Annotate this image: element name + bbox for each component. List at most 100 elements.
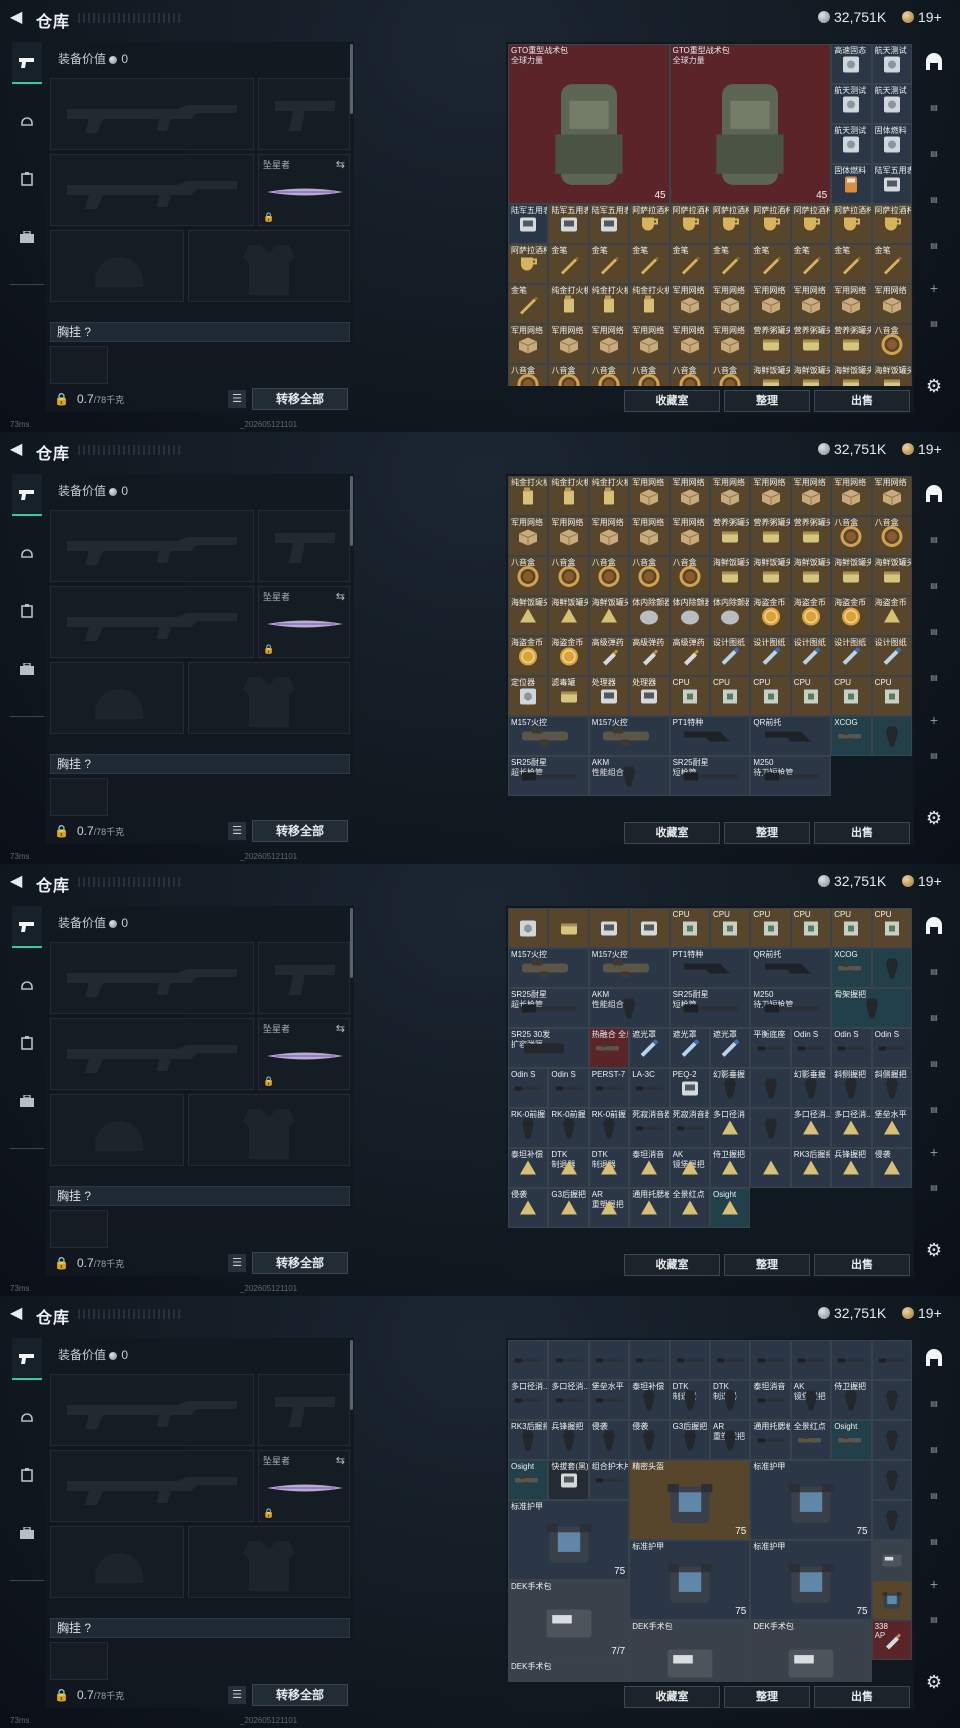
sell-button[interactable]: 出售 [814, 390, 910, 412]
chest-rig-slot[interactable] [50, 778, 108, 816]
stash-item[interactable]: 定位器 [508, 676, 549, 716]
stash-item[interactable]: PT1特种 [669, 948, 751, 988]
stash-item[interactable]: 金笔 [750, 244, 791, 284]
rail-tab-2[interactable]: ▤ [920, 952, 948, 992]
stash-item[interactable]: CPU [831, 676, 872, 716]
stash-item[interactable]: 军用网络 [629, 324, 670, 364]
stash-item[interactable]: 陆军五用表 [548, 204, 589, 244]
swap-icon[interactable]: ⇆ [336, 1454, 345, 1467]
pistol-tab-icon[interactable] [12, 474, 42, 516]
stash-item[interactable]: 设计图纸 [750, 636, 791, 676]
gold-currency[interactable]: 19+ [902, 9, 942, 25]
stash-item[interactable]: 航天测试 [831, 124, 872, 164]
stash-item[interactable]: 海盗金币 [508, 636, 549, 676]
stash-item[interactable] [669, 1340, 710, 1380]
stash-item[interactable]: AK镜堡握把 [669, 1148, 710, 1188]
stash-item[interactable]: 军用网络 [508, 516, 549, 556]
helmet-slot[interactable] [50, 1526, 184, 1598]
stash-item[interactable] [871, 1460, 912, 1500]
clipboard-tab-icon[interactable] [12, 158, 42, 200]
briefcase-tab-icon[interactable] [12, 1080, 42, 1122]
equipment-scrollbar[interactable] [350, 1340, 353, 1410]
stash-item[interactable]: 遮光罩 [629, 1028, 670, 1068]
chest-rig-slot[interactable] [50, 1642, 108, 1680]
collection-button[interactable]: 收藏室 [624, 822, 720, 844]
stash-item[interactable]: 金笔 [710, 244, 751, 284]
stash-item[interactable]: 多口径消... [790, 1108, 832, 1148]
stash-item[interactable]: 营养粥罐头 [831, 324, 872, 364]
helmet-slot[interactable] [50, 662, 184, 734]
stash-item[interactable]: 标准护甲 75 [750, 1460, 872, 1540]
primary-weapon-slot[interactable] [50, 510, 254, 582]
stash-item[interactable]: 侍卫握把 [710, 1148, 751, 1188]
stash-item[interactable]: 金笔 [871, 244, 912, 284]
rail-tab-6[interactable]: ▤ [920, 304, 948, 344]
pistol-tab-icon[interactable] [12, 906, 42, 948]
helmet-tab-icon[interactable] [12, 964, 42, 1006]
stash-item[interactable]: 堡垒水平 [588, 1380, 630, 1420]
stash-item[interactable]: CPU [750, 908, 791, 948]
stash-item[interactable]: RK-0前握 [548, 1108, 589, 1148]
stash-item[interactable]: XCOG [831, 716, 872, 756]
add-tab-icon[interactable]: + [920, 1132, 948, 1172]
equipment-scrollbar[interactable] [350, 908, 353, 978]
stash-item[interactable] [548, 908, 589, 948]
stash-item[interactable]: QR前托 [750, 948, 832, 988]
helmet-tab-icon[interactable] [12, 1396, 42, 1438]
stash-item[interactable]: 堡垒水平 [871, 1108, 912, 1148]
stash-item[interactable]: 军用网络 [790, 476, 832, 516]
gold-currency[interactable]: 19+ [902, 873, 942, 889]
stash-item[interactable]: 八音盒 [710, 364, 751, 386]
armor-slot[interactable] [188, 1094, 350, 1166]
stash-item[interactable]: 处理器 [629, 676, 670, 716]
rail-tab-5[interactable]: ▤ [920, 658, 948, 698]
add-tab-icon[interactable]: + [920, 700, 948, 740]
stash-item[interactable]: 兵锋握把 [831, 1148, 872, 1188]
stash-item[interactable]: 陆军五用表 [588, 204, 630, 244]
stash-item[interactable]: 通用托腮板 [629, 1188, 670, 1228]
armor-slot[interactable] [188, 230, 350, 302]
stash-item[interactable]: 标准护甲 75 [629, 1540, 751, 1620]
stash-item[interactable]: LA-3C [629, 1068, 670, 1108]
stash-item[interactable]: 八音盒 [871, 516, 912, 556]
stash-item[interactable]: Odin S [508, 1068, 549, 1108]
stash-item[interactable]: 阿萨拉酒杯 [629, 204, 670, 244]
stash-item[interactable]: 侍卫握把 [831, 1380, 872, 1420]
stash-item[interactable] [871, 716, 912, 756]
secondary-weapon-slot[interactable] [50, 1018, 254, 1090]
stash-item[interactable]: RK3后握把 [508, 1420, 549, 1460]
stash-item[interactable]: M250 待卫短枪管 [750, 756, 832, 796]
transfer-all-button[interactable]: 转移全部 [252, 1684, 348, 1706]
stash-item[interactable] [548, 1340, 589, 1380]
stash-item[interactable] [871, 1340, 912, 1380]
stash-item[interactable]: CPU [790, 676, 832, 716]
stash-item[interactable]: 标准护甲 75 [508, 1500, 630, 1580]
stash-item[interactable]: M157火控 [588, 716, 670, 756]
stash-item[interactable]: 海鲜饭罐头 [831, 556, 872, 596]
equipment-scrollbar[interactable] [350, 44, 353, 114]
rail-tab-6[interactable]: ▤ [920, 1600, 948, 1640]
helmet-tab-icon[interactable] [12, 100, 42, 142]
gold-currency[interactable]: 19+ [902, 1305, 942, 1321]
sell-button[interactable]: 出售 [814, 1686, 910, 1708]
stash-item[interactable]: Osight [831, 1420, 872, 1460]
rail-tab-4[interactable]: ▤ [920, 612, 948, 652]
stash-item[interactable]: 军用网络 [669, 476, 710, 516]
stash-item[interactable]: Osight [508, 1460, 549, 1500]
warehouse-icon[interactable] [920, 42, 948, 82]
melee-slot[interactable]: 坠星者 ⇆ 🔒 [258, 586, 350, 658]
stash-item[interactable]: AR重塑握把 [710, 1420, 751, 1460]
add-tab-icon[interactable]: + [920, 1564, 948, 1604]
stash-item[interactable]: 军用网络 [710, 476, 751, 516]
stash-item[interactable]: 八音盒 [548, 364, 589, 386]
secondary-weapon-slot[interactable] [50, 1450, 254, 1522]
stash-item[interactable]: PT1特种 [669, 716, 751, 756]
stash-item[interactable]: 金笔 [588, 244, 630, 284]
back-arrow-icon[interactable]: ◀ [10, 874, 24, 890]
stash-item[interactable]: RK-0前握 [508, 1108, 549, 1148]
transfer-all-button[interactable]: 转移全部 [252, 388, 348, 410]
pistol-slot[interactable] [258, 1374, 350, 1446]
stash-item[interactable]: 海鲜饭罐头 [750, 556, 791, 596]
back-arrow-icon[interactable]: ◀ [10, 442, 24, 458]
stash-item[interactable]: M157火控 [508, 716, 589, 756]
